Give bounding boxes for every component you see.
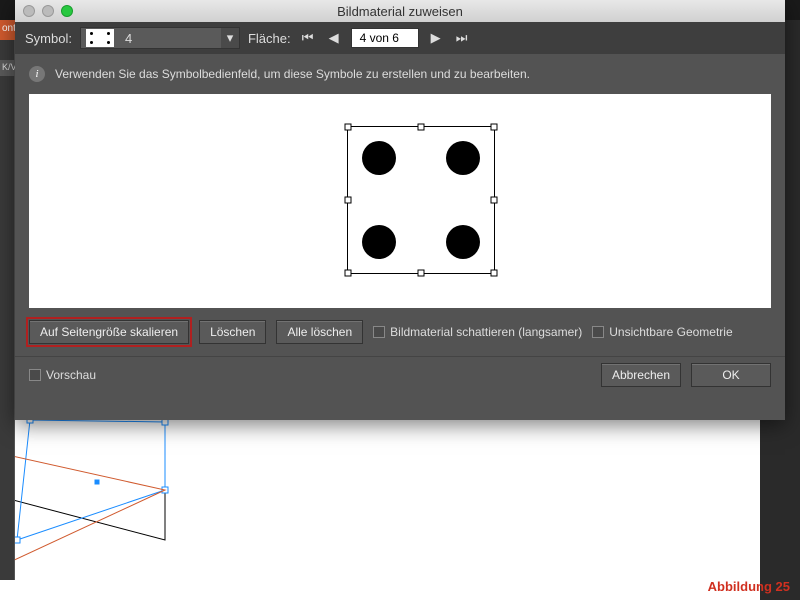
button-row: Auf Seitengröße skalieren Löschen Alle l…	[15, 308, 785, 352]
checkbox-icon	[592, 326, 604, 338]
dice-four-icon	[86, 29, 114, 47]
next-surface-button[interactable]: ▶	[427, 29, 445, 47]
handle-n[interactable]	[418, 124, 425, 131]
handle-w[interactable]	[345, 197, 352, 204]
titlebar: Bildmaterial zuweisen	[15, 0, 785, 22]
symbol-dropdown[interactable]: 4 ▾	[80, 27, 240, 49]
bg-tab-orange: ontu	[0, 20, 15, 40]
assign-artwork-dialog: Bildmaterial zuweisen Symbol: 4 ▾ Fläche…	[15, 0, 785, 420]
delete-all-button[interactable]: Alle löschen	[276, 320, 363, 344]
handle-sw[interactable]	[345, 270, 352, 277]
checkbox-icon	[29, 369, 41, 381]
dialog-title: Bildmaterial zuweisen	[15, 4, 785, 19]
shade-label: Bildmaterial schattieren (langsamer)	[390, 325, 582, 339]
toolbar: Symbol: 4 ▾ Fläche: ⏮ ◀ 4 von 6 ▶ ⏭	[15, 22, 785, 54]
info-icon: i	[29, 66, 45, 82]
checkbox-icon	[373, 326, 385, 338]
flaeche-label: Fläche:	[248, 31, 291, 46]
last-surface-button[interactable]: ⏭	[453, 29, 471, 47]
ok-button[interactable]: OK	[691, 363, 771, 387]
bg-tab-gray: K/V	[0, 60, 15, 76]
invisible-geometry-checkbox-group[interactable]: Unsichtbare Geometrie	[592, 325, 732, 339]
background-sidebar	[0, 20, 15, 580]
dot-bottom-right	[446, 225, 480, 259]
dot-top-right	[446, 141, 480, 175]
prev-surface-button[interactable]: ◀	[325, 29, 343, 47]
info-text: Verwenden Sie das Symbolbedienfeld, um d…	[55, 67, 530, 81]
selection-box[interactable]	[347, 126, 495, 274]
handle-ne[interactable]	[491, 124, 498, 131]
delete-button[interactable]: Löschen	[199, 320, 266, 344]
dot-top-left	[362, 141, 396, 175]
shade-checkbox-group[interactable]: Bildmaterial schattieren (langsamer)	[373, 325, 582, 339]
handle-se[interactable]	[491, 270, 498, 277]
handle-s[interactable]	[418, 270, 425, 277]
invisible-label: Unsichtbare Geometrie	[609, 325, 732, 339]
symbol-value: 4	[119, 31, 221, 46]
cancel-button[interactable]: Abbrechen	[601, 363, 681, 387]
dot-bottom-left	[362, 225, 396, 259]
chevron-down-icon: ▾	[221, 28, 239, 48]
preview-checkbox-group[interactable]: Vorschau	[29, 368, 96, 382]
handle-nw[interactable]	[345, 124, 352, 131]
symbol-label: Symbol:	[25, 31, 72, 46]
first-surface-button[interactable]: ⏮	[299, 29, 317, 47]
surface-indicator[interactable]: 4 von 6	[351, 28, 419, 48]
figure-caption: Abbildung 25	[708, 579, 790, 594]
preview-area[interactable]	[29, 94, 771, 308]
info-row: i Verwenden Sie das Symbolbedienfeld, um…	[15, 54, 785, 94]
handle-e[interactable]	[491, 197, 498, 204]
scale-to-fit-button[interactable]: Auf Seitengröße skalieren	[29, 320, 189, 344]
preview-label: Vorschau	[46, 368, 96, 382]
dialog-footer: Vorschau Abbrechen OK	[15, 356, 785, 397]
